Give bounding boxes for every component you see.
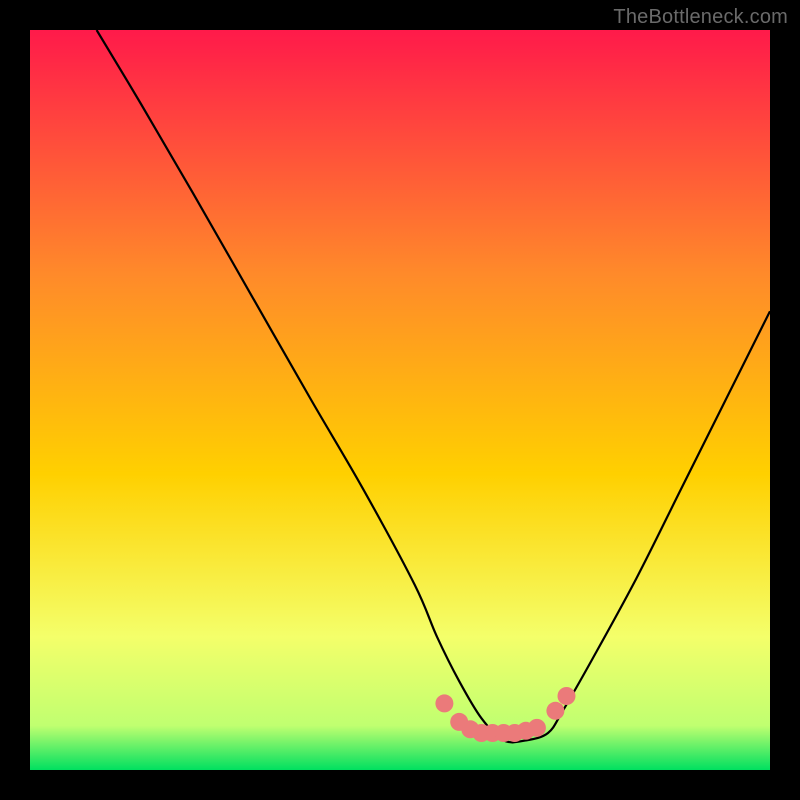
watermark-text: TheBottleneck.com — [613, 6, 788, 29]
highlight-dot — [558, 687, 576, 705]
bottleneck-chart — [0, 0, 800, 800]
gradient-background — [30, 30, 770, 770]
highlight-dot — [528, 719, 546, 737]
highlight-dot — [546, 702, 564, 720]
highlight-dot — [435, 694, 453, 712]
chart-container: TheBottleneck.com — [0, 0, 800, 800]
